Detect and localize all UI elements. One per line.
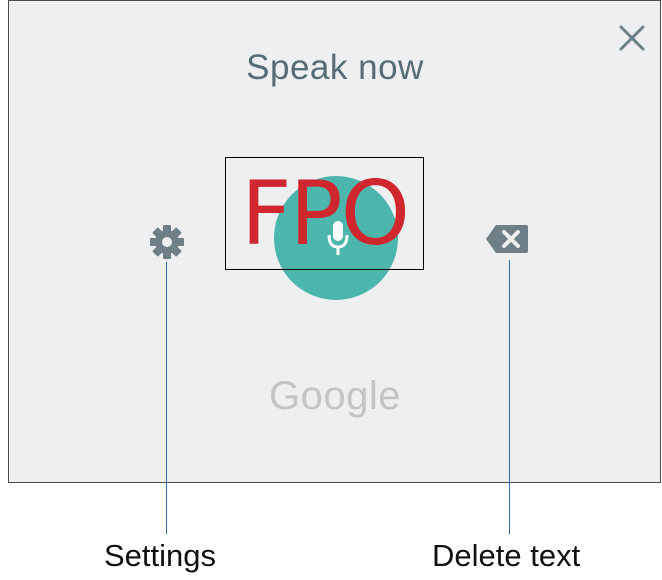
settings-callout-line [166, 262, 167, 534]
delete-text-callout-line [509, 260, 510, 534]
backspace-icon[interactable] [484, 222, 530, 256]
gear-icon[interactable] [147, 222, 187, 262]
google-logo: Google [269, 374, 401, 418]
settings-callout-label: Settings [104, 538, 217, 573]
speak-now-title: Speak now [246, 48, 424, 87]
fpo-placeholder-text: FPO [241, 162, 410, 265]
delete-text-callout-label: Delete text [432, 538, 581, 573]
